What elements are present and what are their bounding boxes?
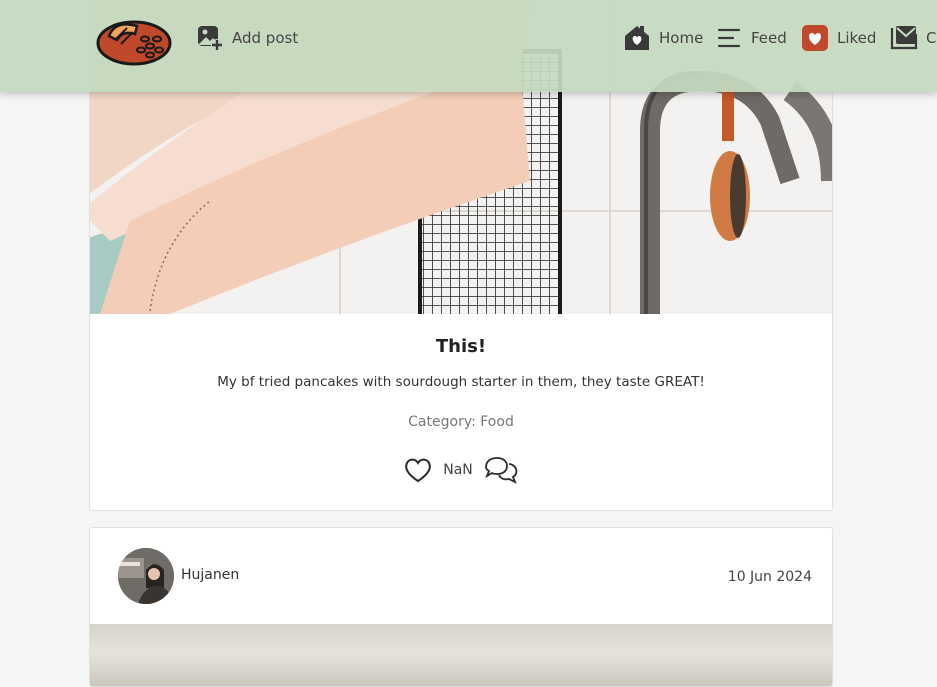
navbar: Add post Home Feed Liked Co bbox=[0, 0, 937, 92]
home-icon bbox=[625, 26, 649, 50]
nav-contact-label: Co bbox=[926, 29, 937, 47]
avatar[interactable] bbox=[118, 548, 174, 604]
nav-home-label: Home bbox=[659, 29, 704, 47]
nav-add-post-label: Add post bbox=[232, 29, 299, 47]
nav-feed-label: Feed bbox=[751, 29, 787, 47]
post-title: This! bbox=[435, 336, 487, 357]
post-image[interactable] bbox=[90, 624, 832, 686]
like-count: NaN bbox=[443, 462, 473, 478]
nav-liked[interactable]: Liked bbox=[801, 22, 876, 54]
nav-liked-label: Liked bbox=[837, 29, 877, 47]
heart-icon[interactable] bbox=[403, 455, 433, 485]
mail-icon bbox=[890, 26, 918, 50]
nav-home[interactable]: Home bbox=[623, 22, 703, 54]
post-category[interactable]: Category: Food bbox=[90, 414, 832, 430]
heart-icon bbox=[802, 25, 828, 51]
comment-icon[interactable] bbox=[483, 455, 519, 485]
post-text: My bf tried pancakes with sourdough star… bbox=[217, 374, 705, 390]
post-actions: NaN bbox=[90, 455, 832, 485]
post-author[interactable]: Hujanen bbox=[181, 567, 239, 583]
nav-contact[interactable]: Co bbox=[890, 22, 937, 54]
add-image-icon bbox=[198, 26, 223, 51]
post-card: Hujanen 10 Jun 2024 bbox=[89, 527, 833, 687]
bread-logo[interactable] bbox=[95, 14, 173, 66]
nav-feed[interactable]: Feed bbox=[715, 22, 787, 54]
post-date: 10 Jun 2024 bbox=[727, 569, 812, 585]
feed-icon bbox=[717, 28, 741, 48]
nav-add-post[interactable]: Add post bbox=[196, 22, 298, 54]
